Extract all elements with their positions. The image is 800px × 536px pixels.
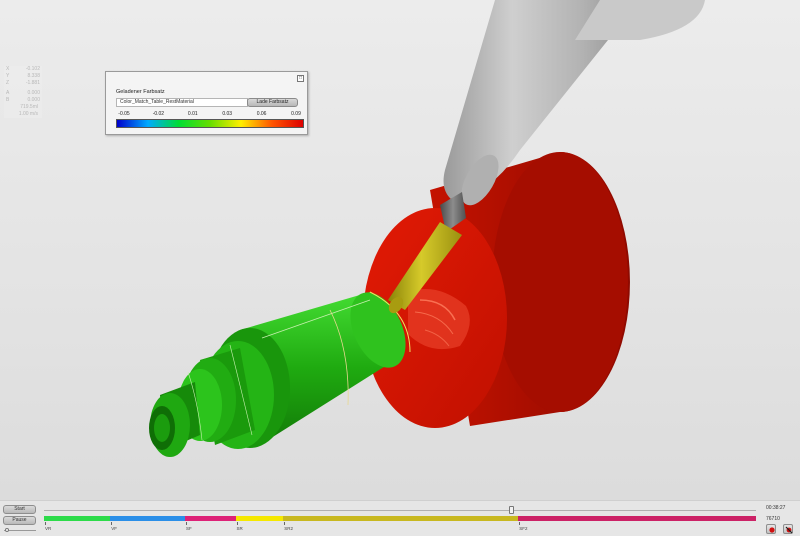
color-scale-label: -0.02: [152, 111, 165, 117]
operation-labels: VR VF SF SR SR2 SF2: [44, 522, 756, 534]
operation-segment[interactable]: [235, 516, 284, 521]
speed-slider[interactable]: [4, 528, 36, 533]
operation-segment[interactable]: [518, 516, 756, 521]
start-button[interactable]: Start: [3, 505, 36, 514]
operations-bar[interactable]: [44, 516, 756, 521]
simulation-controls: Start Pause VR VF SF SR SR2 SF2 00:38:27 7671…: [0, 500, 800, 536]
operation-label: SF2: [519, 522, 528, 531]
operation-label: VR: [45, 522, 52, 531]
operation-segment[interactable]: [44, 516, 111, 521]
elapsed-time: 00:38:27: [766, 505, 786, 511]
record-button[interactable]: [766, 524, 776, 534]
3d-viewport[interactable]: X -0.102 Y 8.338 Z -1.881 A 0.000 B 0.000 719…: [0, 0, 800, 500]
timeline-thumb[interactable]: [509, 506, 515, 514]
color-table-field[interactable]: Color_Match_Table_RestMaterial: [116, 98, 248, 107]
record-icon: [769, 527, 775, 533]
color-scale-label: 0.09: [291, 111, 301, 117]
move-count: 76710: [766, 516, 780, 522]
color-scale-label: 0.03: [222, 111, 233, 117]
load-color-set-button[interactable]: Lade Farbsatz: [247, 98, 298, 107]
operation-label: SR2: [284, 522, 293, 531]
operation-segment[interactable]: [283, 516, 519, 521]
operation-label: SR: [236, 522, 243, 531]
color-scale-label: 0.01: [187, 111, 198, 117]
timeline-slider[interactable]: [44, 506, 756, 515]
operation-label: SF: [185, 522, 192, 531]
speed-slider-knob[interactable]: [5, 528, 10, 532]
pause-button[interactable]: Pause: [3, 516, 36, 525]
operation-segment[interactable]: [110, 516, 185, 521]
color-scale-label: 0.06: [256, 111, 267, 117]
color-set-panel: □ Geladener Farbsatz Color_Match_Table_R…: [105, 71, 308, 135]
operation-segment[interactable]: [184, 516, 236, 521]
color-scale-label: -0.05: [118, 111, 130, 117]
mute-button[interactable]: [783, 524, 793, 534]
coordinate-readout: X -0.102 Y 8.338 Z -1.881 A 0.000 B 0.000 719…: [4, 66, 42, 118]
machined-part: [149, 291, 411, 457]
operation-label: VF: [111, 522, 117, 531]
close-icon[interactable]: □: [297, 75, 304, 82]
panel-title: Geladener Farbsatz: [116, 89, 165, 95]
color-scale-bar: [116, 119, 304, 128]
color-scale-labels: -0.05 -0.02 0.01 0.03 0.06 0.09: [116, 111, 304, 119]
mute-icon: [785, 526, 793, 534]
